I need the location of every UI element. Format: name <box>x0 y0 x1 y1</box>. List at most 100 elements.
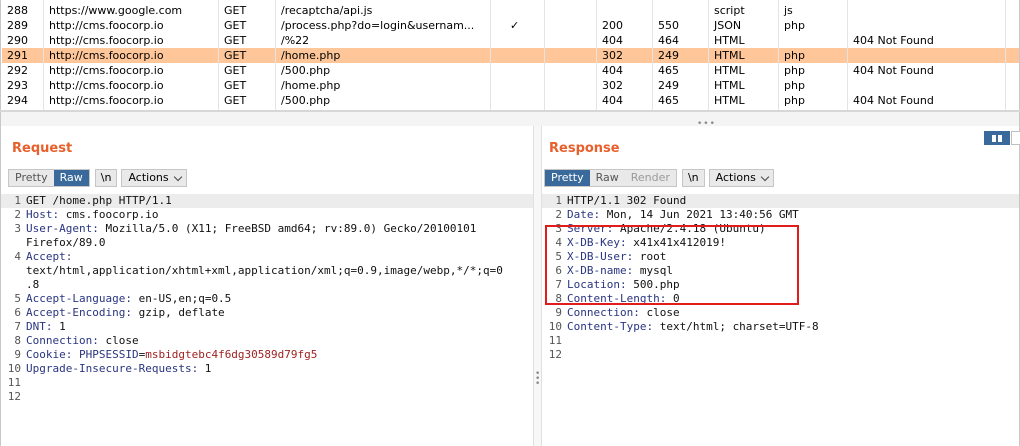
tab-pretty[interactable]: Pretty <box>9 170 54 186</box>
header-value: HTTP/1.1 302 Found <box>567 194 687 207</box>
line-number: 2 <box>555 208 562 221</box>
cell-host: http://cms.foocorp.io <box>49 94 164 107</box>
line-text: Upgrade-Insecure-Requests: 1 <box>26 362 211 376</box>
request-title: Request <box>12 141 73 156</box>
cell-num: 291 <box>7 49 28 62</box>
line-number: 9 <box>555 306 562 319</box>
cell-host: http://cms.foocorp.io <box>49 19 164 32</box>
cell-num: 289 <box>7 19 28 32</box>
cell-status: 404 <box>602 64 623 77</box>
code-line: 10 Upgrade-Insecure-Requests: 1 <box>1 362 533 376</box>
header-name: X-DB-name: <box>567 264 634 277</box>
line-number: 6 <box>555 264 562 277</box>
actions-label: Actions <box>128 171 169 184</box>
line-number: 11 <box>7 376 21 389</box>
header-value: PHPSESSID <box>72 348 139 361</box>
table-row[interactable]: 293 http://cms.foocorp.io GET/home.php 302 2… <box>2 78 1019 93</box>
split-layout-icon[interactable] <box>984 131 1010 145</box>
actions-button[interactable]: Actions <box>708 169 774 187</box>
cell-status: 404 <box>602 34 623 47</box>
tab-render[interactable]: Render <box>625 170 676 186</box>
chevron-down-icon <box>760 172 770 181</box>
code-line: 12 <box>1 390 533 404</box>
cell-mime: HTML <box>714 34 745 47</box>
cell-method: GET <box>224 19 247 32</box>
code-line: 9 Cookie: PHPSESSID=msbidgtebc4f6dg30589d… <box>1 348 533 362</box>
code-line: 11 <box>542 334 1019 348</box>
header-name: X-DB-User: <box>567 250 634 263</box>
drag-handle-icon[interactable]: ••• <box>535 370 540 389</box>
header-value: Mon, 14 Jun 2021 13:40:56 GMT <box>600 208 799 221</box>
cell-ext: php <box>784 19 805 32</box>
column-separator <box>275 0 276 110</box>
show-newlines-button[interactable]: \n <box>94 169 118 187</box>
code-line: 12 <box>542 348 1019 362</box>
tab-raw[interactable]: Raw <box>53 170 89 186</box>
cell-url: /500.php <box>281 94 331 107</box>
vertical-splitter[interactable] <box>533 126 542 446</box>
cell-num: 294 <box>7 94 28 107</box>
table-row[interactable]: 291 http://cms.foocorp.io GET/home.php 302 2… <box>2 48 1019 63</box>
header-name: Server: <box>567 222 614 235</box>
line-number: 12 <box>548 348 562 361</box>
code-line: 2 Host: cms.foocorp.io <box>1 208 533 222</box>
code-line: 2 Date: Mon, 14 Jun 2021 13:40:56 GMT <box>542 208 1019 222</box>
header-value: root <box>633 250 667 263</box>
cell-ext: php <box>784 49 805 62</box>
code-line: 8 Connection: close <box>1 334 533 348</box>
cell-mime: JSON <box>714 19 742 32</box>
header-value: 500.php <box>626 278 680 291</box>
cell-method: GET <box>224 34 247 47</box>
proxy-history-table: 288 https://www.google.com GET/recaptcha/a… <box>0 0 1020 112</box>
request-editor[interactable]: 1 GET /home.php HTTP/1.1 2 Host: cms.foocor… <box>1 194 533 446</box>
line-number: 1 <box>14 194 21 207</box>
cell-host: http://cms.foocorp.io <box>49 64 164 77</box>
table-row[interactable]: 289 http://cms.foocorp.io GET/process.php?… <box>2 18 1019 33</box>
cell-status: 404 <box>602 94 623 107</box>
code-line: 6 Accept-Encoding: gzip, deflate <box>1 306 533 320</box>
cell-ext: js <box>784 4 793 17</box>
response-pane: Response Pretty Raw Render \n Actions 1H… <box>542 126 1020 446</box>
line-number: 8 <box>14 334 21 347</box>
request-pane: Request Pretty Raw \n Actions 1 GET /home… <box>0 126 533 446</box>
line-number: 7 <box>14 320 21 333</box>
horizontal-splitter[interactable] <box>0 112 1020 126</box>
layout-toggle-button[interactable] <box>1011 131 1020 145</box>
request-toolbar: Pretty Raw \n Actions <box>8 169 187 187</box>
column-separator <box>708 0 709 110</box>
table-row[interactable]: 294 http://cms.foocorp.io GET/500.php 404 46… <box>2 93 1019 108</box>
actions-button[interactable]: Actions <box>121 169 187 187</box>
cell-mime: script <box>714 4 745 17</box>
column-separator <box>218 0 219 110</box>
cell-status: 302 <box>602 49 623 62</box>
header-value: Mozilla/5.0 (X11; FreeBSD amd64; rv:89.0… <box>98 222 477 235</box>
cell-length: 249 <box>658 79 679 92</box>
code-line: 5 X-DB-User: root <box>542 250 1019 264</box>
header-value: en-US,en;q=0.5 <box>131 292 232 305</box>
line-text: Accept-Language: en-US,en;q=0.5 <box>26 292 231 306</box>
show-newlines-button[interactable]: \n <box>681 169 705 187</box>
tab-pretty[interactable]: Pretty <box>545 170 590 186</box>
line-number: 8 <box>555 292 562 305</box>
table-row[interactable]: 292 http://cms.foocorp.io GET/500.php 404 46… <box>2 63 1019 78</box>
code-line: text/html,application/xhtml+xml,applicat… <box>1 264 533 278</box>
line-number: 11 <box>548 334 562 347</box>
cell-url: /recaptcha/api.js <box>281 4 373 17</box>
header-value: mysql <box>633 264 673 277</box>
header-name: Accept-Encoding: <box>26 306 132 319</box>
cell-length: 550 <box>658 19 679 32</box>
line-text: X-DB-User: root <box>567 250 666 264</box>
line-text: Content-Length: 0 <box>567 292 680 306</box>
table-row[interactable]: 290 http://cms.foocorp.io GET /%22 404 464 HTM… <box>2 33 1019 48</box>
cell-status: 200 <box>602 19 623 32</box>
header-name: Accept-Language: <box>26 292 132 305</box>
header-value: 0 <box>666 292 680 305</box>
cell-num: 288 <box>7 4 28 17</box>
tab-raw[interactable]: Raw <box>590 170 625 186</box>
code-line: 7 Location: 500.php <box>542 278 1019 292</box>
line-number: 2 <box>14 208 21 221</box>
header-name: Connection: <box>26 334 99 347</box>
response-editor[interactable]: 1 HTTP/1.1 302 Found 2 Date: Mon, 14 Jun 20… <box>542 194 1019 446</box>
table-row[interactable]: 288 https://www.google.com GET/recaptcha/a… <box>2 3 1019 18</box>
line-number: 6 <box>14 306 21 319</box>
